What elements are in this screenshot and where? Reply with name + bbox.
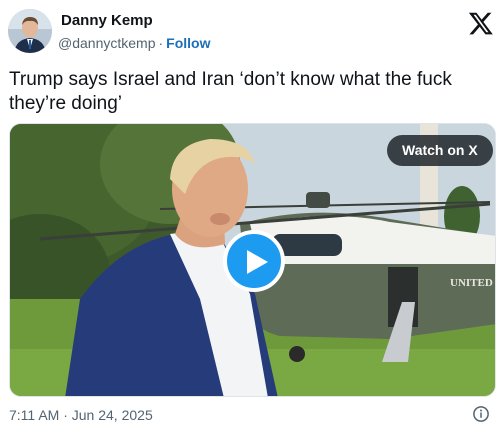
- play-button[interactable]: [223, 230, 285, 292]
- play-icon: [247, 250, 268, 274]
- avatar-image: [8, 9, 52, 53]
- tweet-timestamp[interactable]: 7:11 AM · Jun 24, 2025: [9, 407, 153, 423]
- video-player[interactable]: UNITED Watch on X: [9, 123, 496, 397]
- author-handle[interactable]: @dannyctkemp: [58, 35, 155, 51]
- handle-separator: ·: [158, 35, 164, 51]
- author-avatar[interactable]: [8, 9, 52, 53]
- tweet-embed-card: Danny Kemp @dannyctkemp · Follow Trump say…: [0, 0, 500, 434]
- x-logo-icon[interactable]: [468, 10, 494, 36]
- author-name[interactable]: Danny Kemp: [61, 12, 153, 29]
- tweet-text: Trump says Israel and Iran ‘don’t know w…: [9, 69, 452, 114]
- follow-link[interactable]: Follow: [166, 35, 210, 51]
- author-handle-row: @dannyctkemp · Follow: [58, 35, 210, 51]
- watch-on-x-button[interactable]: Watch on X: [387, 135, 493, 166]
- info-icon[interactable]: [472, 405, 490, 423]
- aircraft-lettering: UNITED: [450, 277, 493, 289]
